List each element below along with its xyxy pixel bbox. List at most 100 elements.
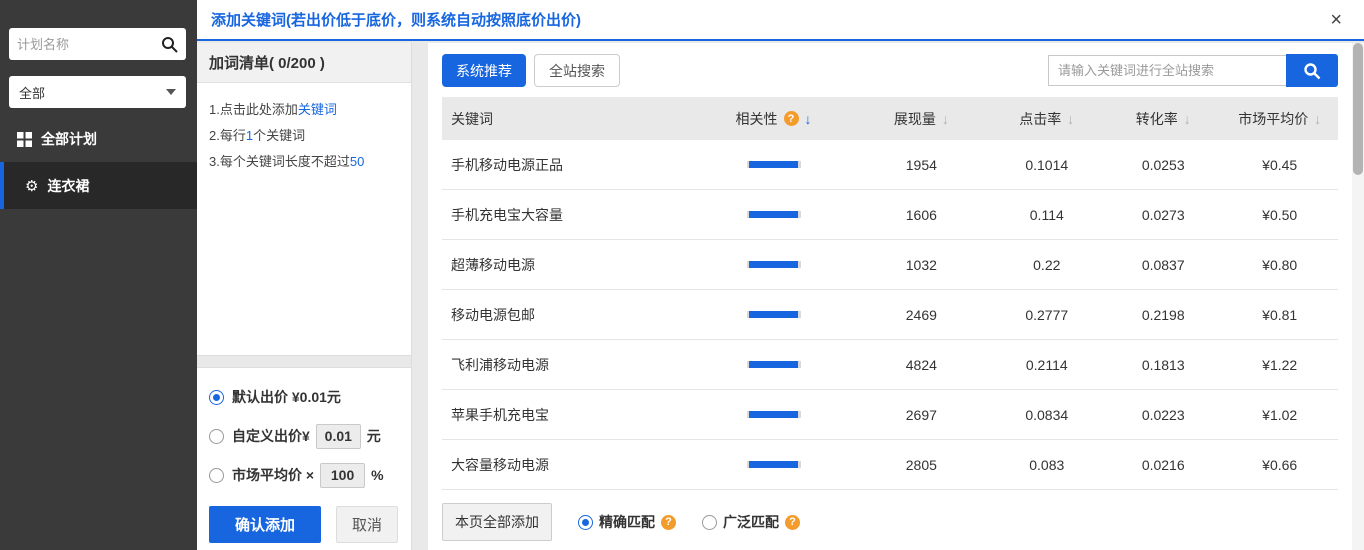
impressions-cell: 1954 [854, 157, 988, 173]
search-icon [161, 36, 178, 53]
keyword-entry-area[interactable]: 1.点击此处添加关键词 2.每行1个关键词 3.每个关键词长度不超过50 [197, 83, 411, 355]
relevance-bar [693, 411, 854, 418]
tab-system-recommend[interactable]: 系统推荐 [442, 54, 526, 87]
cvr-cell: 0.0223 [1105, 407, 1221, 423]
add-list-header: 加词清单( 0/200 ) [197, 43, 411, 83]
custom-bid-label: 自定义出价¥ [232, 426, 310, 446]
plan-filter-value: 全部 [19, 83, 45, 102]
ctr-cell: 0.0834 [989, 407, 1105, 423]
custom-bid-unit: 元 [367, 426, 381, 446]
cvr-cell: 0.0837 [1105, 257, 1221, 273]
table-row[interactable]: 移动电源包邮 2469 0.2777 0.2198 ¥0.81 [442, 290, 1338, 340]
relevance-bar [693, 461, 854, 468]
impressions-cell: 2697 [854, 407, 988, 423]
impressions-cell: 2469 [854, 307, 988, 323]
relevance-bar [693, 261, 854, 268]
ctr-cell: 0.2777 [989, 307, 1105, 323]
keyword-cell: 飞利浦移动电源 [442, 355, 693, 375]
price-cell: ¥0.80 [1221, 257, 1337, 273]
custom-bid-input[interactable] [316, 424, 361, 449]
ctr-cell: 0.083 [989, 457, 1105, 473]
impressions-cell: 2805 [854, 457, 988, 473]
scrollbar-thumb[interactable] [1353, 43, 1363, 175]
keyword-search-input[interactable] [1048, 55, 1286, 86]
price-cell: ¥0.81 [1221, 307, 1337, 323]
modal-titlebar: 添加关键词(若出价低于底价，则系统自动按照底价出价) × [197, 0, 1364, 41]
table-row[interactable]: 超薄移动电源 1032 0.22 0.0837 ¥0.80 [442, 240, 1338, 290]
ctr-cell: 0.22 [989, 257, 1105, 273]
col-header-keyword: 关键词 [442, 109, 693, 129]
sort-desc-icon[interactable]: ↓ [1314, 111, 1321, 127]
table-row[interactable]: 苹果手机充电宝 2697 0.0834 0.0223 ¥1.02 [442, 390, 1338, 440]
keyword-cell: 苹果手机充电宝 [442, 405, 693, 425]
price-cell: ¥0.50 [1221, 207, 1337, 223]
help-icon[interactable]: ? [784, 111, 799, 126]
exact-match-option[interactable]: 精确匹配 ? [578, 512, 676, 532]
add-all-button[interactable]: 本页全部添加 [442, 503, 552, 541]
exact-match-label: 精确匹配 [599, 512, 655, 532]
help-icon[interactable]: ? [661, 515, 676, 530]
cvr-cell: 0.2198 [1105, 307, 1221, 323]
help-icon[interactable]: ? [785, 515, 800, 530]
col-header-market-price[interactable]: 市场平均价↓ [1221, 109, 1337, 129]
col-header-impressions[interactable]: 展现量↓ [854, 109, 988, 129]
relevance-bar [693, 361, 854, 368]
impressions-cell: 1606 [854, 207, 988, 223]
table-row[interactable]: 大容量移动电源 2805 0.083 0.0216 ¥0.66 [442, 440, 1338, 490]
radio-icon[interactable] [209, 468, 224, 483]
impressions-cell: 1032 [854, 257, 988, 273]
sidebar-item-label: 连衣裙 [47, 176, 89, 196]
table-footer: 本页全部添加 精确匹配 ? 广泛匹配 ? [442, 503, 1338, 541]
ctr-cell: 0.2114 [989, 357, 1105, 373]
col-header-cvr[interactable]: 转化率↓ [1105, 109, 1221, 129]
table-row[interactable]: 手机充电宝大容量 1606 0.114 0.0273 ¥0.50 [442, 190, 1338, 240]
sort-desc-icon[interactable]: ↓ [805, 111, 812, 127]
col-header-relevance[interactable]: 相关性?↓ [693, 109, 854, 129]
cancel-button[interactable]: 取消 [336, 506, 398, 543]
keyword-suggestions-panel: 系统推荐 全站搜索 关键词 相关性?↓ 展现量↓ 点击率↓ 转化率↓ 市场平均价… [428, 43, 1352, 550]
vertical-scrollbar[interactable] [1352, 43, 1364, 550]
market-price-option[interactable]: 市场平均价 × % [209, 462, 399, 488]
search-icon [1303, 62, 1321, 80]
panel-divider [197, 355, 411, 368]
radio-icon[interactable] [702, 515, 717, 530]
price-cell: ¥0.66 [1221, 457, 1337, 473]
col-header-ctr[interactable]: 点击率↓ [989, 109, 1105, 129]
keyword-cell: 移动电源包邮 [442, 305, 693, 325]
price-cell: ¥1.22 [1221, 357, 1337, 373]
custom-bid-option[interactable]: 自定义出价¥ 元 [209, 423, 399, 449]
instruction-line: 3.每个关键词长度不超过50 [209, 149, 399, 175]
close-icon[interactable]: × [1322, 8, 1350, 32]
relevance-bar [693, 211, 854, 218]
radio-icon[interactable] [209, 429, 224, 444]
cvr-cell: 0.0273 [1105, 207, 1221, 223]
plan-filter-dropdown[interactable]: 全部 [9, 76, 186, 108]
market-price-label: 市场平均价 × [232, 465, 314, 485]
add-words-panel: 加词清单( 0/200 ) 1.点击此处添加关键词 2.每行1个关键词 3.每个… [197, 43, 412, 550]
price-cell: ¥0.45 [1221, 157, 1337, 173]
plan-search-box[interactable] [9, 28, 186, 60]
sort-desc-icon[interactable]: ↓ [1067, 111, 1074, 127]
keyword-cell: 超薄移动电源 [442, 255, 693, 275]
cvr-cell: 0.0216 [1105, 457, 1221, 473]
table-row[interactable]: 手机移动电源正品 1954 0.1014 0.0253 ¥0.45 [442, 140, 1338, 190]
default-bid-label: 默认出价 ¥0.01元 [232, 387, 341, 407]
broad-match-option[interactable]: 广泛匹配 ? [702, 512, 800, 532]
plans-sidebar: 全部 全部计划 ⚙ 连衣裙 [0, 0, 197, 550]
radio-icon[interactable] [578, 515, 593, 530]
default-bid-option[interactable]: 默认出价 ¥0.01元 [209, 384, 399, 410]
tab-site-search[interactable]: 全站搜索 [534, 54, 620, 87]
table-row[interactable]: 飞利浦移动电源 4824 0.2114 0.1813 ¥1.22 [442, 340, 1338, 390]
relevance-bar [693, 311, 854, 318]
keyword-cell: 大容量移动电源 [442, 455, 693, 475]
radio-icon[interactable] [209, 390, 224, 405]
plan-search-input[interactable] [17, 37, 161, 52]
keyword-search-button[interactable] [1286, 54, 1338, 87]
market-percent-input[interactable] [320, 463, 365, 488]
sort-desc-icon[interactable]: ↓ [1184, 111, 1191, 127]
sidebar-item-label: 全部计划 [41, 129, 97, 149]
sidebar-item-all-plans[interactable]: 全部计划 [0, 122, 197, 156]
confirm-add-button[interactable]: 确认添加 [209, 506, 321, 543]
sort-desc-icon[interactable]: ↓ [942, 111, 949, 127]
sidebar-item-plan-dress[interactable]: ⚙ 连衣裙 [0, 162, 197, 209]
